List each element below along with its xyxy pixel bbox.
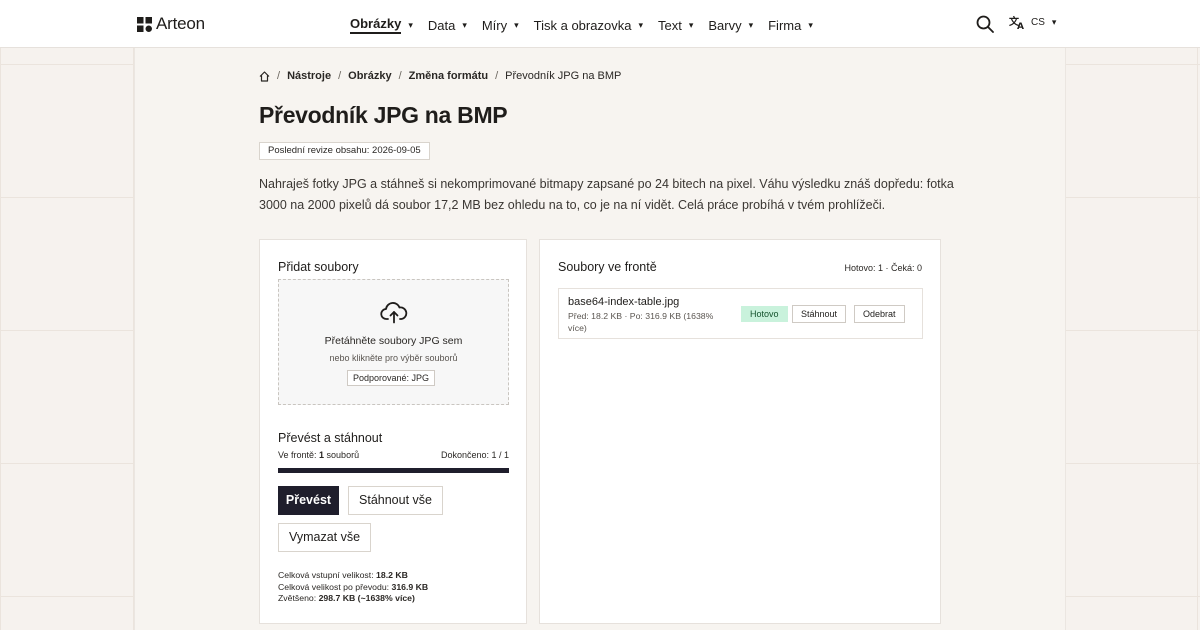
dropzone-sub-text: nebo klikněte pro výběr souborů <box>329 353 458 363</box>
nav-item-label: Barvy <box>708 17 742 33</box>
home-icon[interactable] <box>259 70 270 82</box>
breadcrumb-separator: / <box>495 70 499 82</box>
caret-down-icon: ▾ <box>514 19 519 30</box>
caret-down-icon: ▾ <box>638 19 643 30</box>
done-count-text: Dokončeno: 1 / 1 <box>440 450 509 460</box>
file-dropzone[interactable]: Přetáhněte soubory JPG sem nebo klikněte… <box>278 279 509 405</box>
nav-item-label: Tisk a obrazovka <box>533 17 632 33</box>
clear-all-button[interactable]: Vymazat vše <box>278 523 371 552</box>
queue-count-suffix: souborů <box>324 450 360 460</box>
file-name: base64-index-table.jpg <box>568 296 680 308</box>
caret-down-icon: ▾ <box>688 19 694 30</box>
progress-bar-fill <box>278 468 509 473</box>
download-file-button[interactable]: Stáhnout <box>792 305 847 323</box>
caret-down-icon: ▾ <box>1051 17 1057 27</box>
page-title: Převodník JPG na BMP <box>259 102 508 128</box>
breadcrumb-separator: / <box>338 70 342 82</box>
file-list-item: base64-index-table.jpg Před: 18.2 KB · P… <box>558 288 923 339</box>
growth-label: Zvětšeno: <box>278 593 319 603</box>
progress-bar <box>278 468 509 473</box>
remove-file-button[interactable]: Odebrat <box>854 305 905 323</box>
input-size-value: 18.2 KB <box>376 570 408 580</box>
download-all-button[interactable]: Stáhnout vše <box>348 486 443 515</box>
queue-count-prefix: Ve frontě: <box>278 450 320 460</box>
breadcrumb-link-nastroje[interactable]: Nástroje <box>287 70 331 82</box>
breadcrumb-link-zmena-formatu[interactable]: Změna formátu <box>409 70 488 82</box>
language-selector[interactable]: 文 A CS ▾ <box>1009 15 1056 30</box>
caret-down-icon: ▾ <box>748 19 754 30</box>
breadcrumb-separator: / <box>398 70 402 82</box>
caret-down-icon: ▾ <box>462 19 467 30</box>
status-badge: Hotovo <box>741 306 788 322</box>
dropzone-main-text: Přetáhněte soubory JPG sem <box>324 335 463 347</box>
progress-meta: Ve frontě: 1 souborů Dokončeno: 1 / 1 <box>278 450 509 460</box>
search-icon[interactable] <box>976 15 994 33</box>
brand-name: Arteon <box>156 14 205 33</box>
upload-card: Přidat soubory Přetáhněte soubory JPG se… <box>259 239 527 624</box>
breadcrumb-link-obrazky[interactable]: Obrázky <box>348 70 391 82</box>
queue-count-text: Ve frontě: 1 souborů <box>278 450 359 460</box>
file-size-meta: Před: 18.2 KB · Po: 316.9 KB (1638% více… <box>568 311 714 333</box>
breadcrumb-separator: / <box>277 70 281 82</box>
nav-item-label: Text <box>657 17 682 33</box>
logo-mark-icon <box>137 16 152 32</box>
revision-badge: Poslední revize obsahu: 2026-09-05 <box>259 142 430 160</box>
nav-item-miry[interactable]: Míry ▾ <box>482 18 519 33</box>
output-size-value: 316.9 KB <box>391 581 429 592</box>
nav-item-label: Data <box>427 17 456 33</box>
nav-item-label: Obrázky <box>350 16 402 34</box>
breadcrumb-current: Převodník JPG na BMP <box>505 70 622 82</box>
translate-icon: 文 A <box>1009 15 1024 30</box>
nav-item-text[interactable]: Text ▾ <box>658 18 693 33</box>
nav-item-tisk-a-obrazovka[interactable]: Tisk a obrazovka ▾ <box>534 18 643 33</box>
intro-text: Nahraješ fotky JPG a stáhneš si nekompri… <box>259 177 954 212</box>
svg-text:A: A <box>1017 22 1024 30</box>
nav-item-data[interactable]: Data ▾ <box>428 18 467 33</box>
input-size-line: Celková vstupní velikost: 18.2 KB <box>278 570 428 582</box>
brand-logo[interactable]: Arteon <box>137 14 205 34</box>
breadcrumb: / Nástroje / Obrázky / Změna formátu / P… <box>259 70 621 82</box>
caret-down-icon: ▾ <box>408 19 413 30</box>
convert-button[interactable]: Převést <box>278 486 339 515</box>
main-nav: Obrázky ▾ Data ▾ Míry ▾ Tisk a obrazovka… <box>350 16 828 34</box>
supported-formats-chip: Podporované: JPG <box>347 370 436 386</box>
output-size-line: Celková velikost po převodu: 316.9 KB <box>278 582 428 594</box>
input-size-label: Celková vstupní velikost: <box>278 570 377 580</box>
convert-title: Převést a stáhnout <box>278 431 383 445</box>
queue-title: Soubory ve frontě <box>558 260 657 274</box>
upload-title: Přidat soubory <box>278 260 359 274</box>
nav-item-label: Firma <box>768 17 802 33</box>
nav-item-label: Míry <box>481 17 508 33</box>
top-navigation-bar: Arteon Obrázky ▾ Data ▾ Míry ▾ Tisk a ob… <box>0 0 1200 48</box>
nav-item-firma[interactable]: Firma ▾ <box>768 18 813 33</box>
caret-down-icon: ▾ <box>808 19 813 30</box>
nav-item-obrazky[interactable]: Obrázky ▾ <box>350 16 413 34</box>
size-stats: Celková vstupní velikost: 18.2 KB Celkov… <box>278 570 428 605</box>
growth-line: Zvětšeno: 298.7 KB (~1638% více) <box>278 593 428 605</box>
nav-item-barvy[interactable]: Barvy ▾ <box>708 18 753 33</box>
growth-value: 298.7 KB (~1638% více) <box>318 593 415 603</box>
queue-counts: Hotovo: 1 · Čeká: 0 <box>844 263 922 273</box>
queue-card: Soubory ve frontě Hotovo: 1 · Čeká: 0 ba… <box>539 239 941 624</box>
cloud-upload-icon <box>380 302 408 324</box>
language-code: CS <box>1031 17 1045 28</box>
output-size-label: Celková velikost po převodu: <box>278 581 392 592</box>
